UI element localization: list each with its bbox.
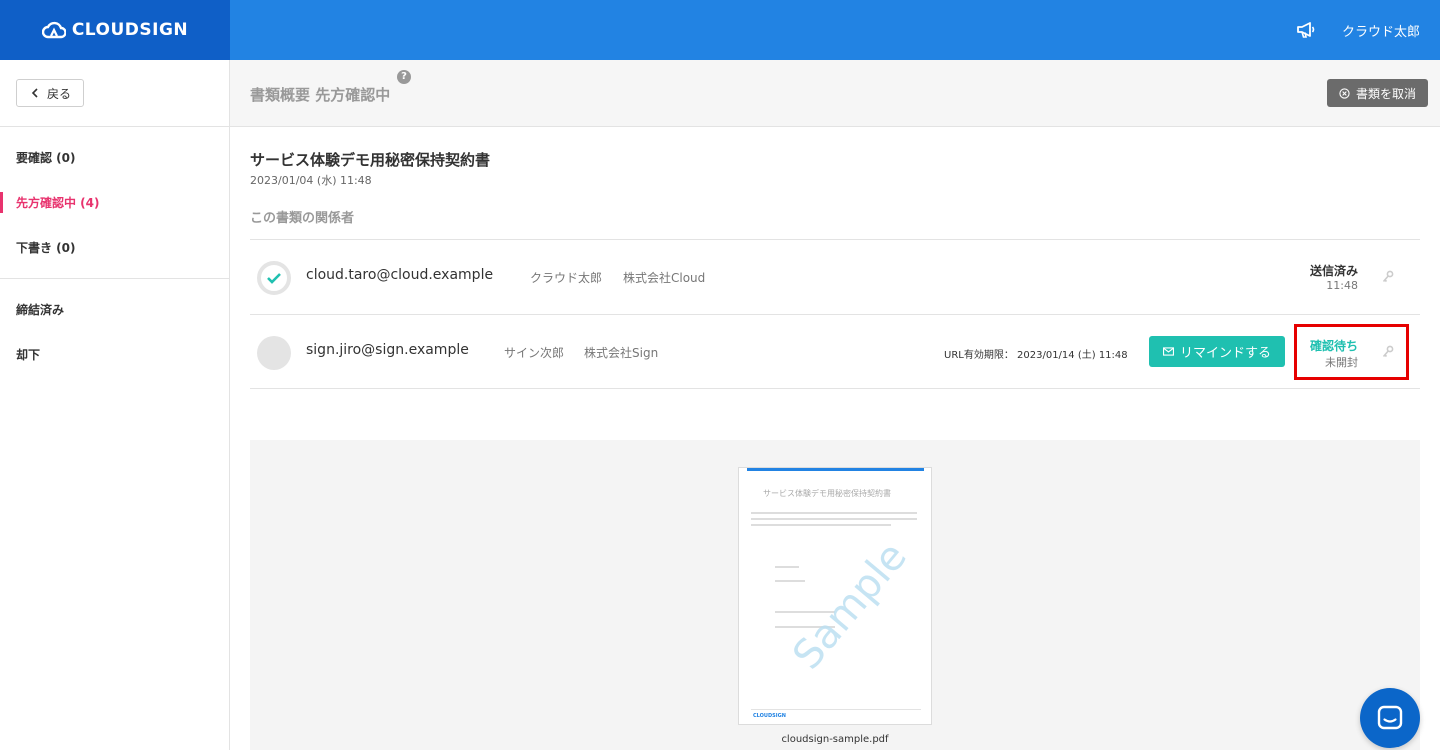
top-bar: CLOUDSIGN クラウド太郎 — [0, 0, 1440, 60]
sidebar: 戻る 要確認 (0) 先方確認中 (4) 下書き (0) 締結済み 却下 — [0, 60, 230, 750]
party-name: クラウド太郎 — [530, 271, 603, 285]
sidebar-item-rejected[interactable]: 却下 — [0, 332, 229, 377]
highlight-box — [1294, 324, 1409, 380]
party-row: cloud.taro@cloud.example クラウド太郎 株式会社Clou… — [250, 239, 1420, 314]
chat-button[interactable] — [1360, 688, 1420, 748]
mail-icon — [1162, 347, 1174, 356]
cancel-document-button[interactable]: 書類を取消 — [1326, 79, 1428, 107]
party-status-circle — [257, 261, 291, 295]
document-header: 書類概要 先方確認中 ? 書類を取消 — [230, 60, 1440, 127]
page-title: 書類概要 先方確認中 — [250, 86, 391, 104]
back-label: 戻る — [47, 86, 72, 101]
party-row: sign.jiro@sign.example サイン次郎 株式会社Sign UR… — [250, 314, 1420, 389]
party-email: sign.jiro@sign.example — [306, 342, 469, 358]
back-row: 戻る — [0, 60, 229, 127]
nav-group-closed: 締結済み 却下 — [0, 279, 229, 385]
check-icon — [267, 273, 281, 284]
party-list: cloud.taro@cloud.example クラウド太郎 株式会社Clou… — [250, 239, 1420, 389]
preview-text-line — [775, 566, 799, 568]
party-name: サイン次郎 — [504, 346, 565, 360]
preview-text-line — [751, 524, 891, 526]
preview-text-line — [751, 512, 917, 514]
preview-footer-logo: CLOUDSIGN — [753, 713, 786, 719]
party-status-circle — [257, 336, 291, 370]
party-company: 株式会社Cloud — [623, 271, 706, 285]
party-email: cloud.taro@cloud.example — [306, 267, 494, 283]
party-status: 送信済み — [1309, 264, 1358, 278]
parties-section-label: この書類の関係者 — [250, 211, 355, 226]
preview-text-line — [775, 580, 805, 582]
nav-group-active: 要確認 (0) 先方確認中 (4) 下書き (0) — [0, 127, 229, 279]
top-right-actions: クラウド太郎 — [1296, 0, 1420, 60]
document-date: 2023/01/04 (水) 11:48 — [250, 174, 372, 187]
megaphone-icon[interactable] — [1296, 21, 1316, 39]
sidebar-item-drafts[interactable]: 下書き (0) — [0, 225, 229, 270]
sidebar-item-awaiting-partner[interactable]: 先方確認中 (4) — [0, 180, 229, 225]
preview-text-line — [751, 518, 917, 520]
back-button[interactable]: 戻る — [16, 79, 85, 107]
main-content: サービス体験デモ用秘密保持契約書 2023/01/04 (水) 11:48 この… — [230, 127, 1440, 750]
remind-label: リマインドする — [1179, 346, 1271, 361]
party-company: 株式会社Sign — [584, 346, 659, 360]
preview-watermark: Sample — [784, 533, 916, 679]
document-title: サービス体験デモ用秘密保持契約書 — [250, 151, 491, 169]
logo-text: CLOUDSIGN — [71, 20, 189, 40]
party-status-time: 11:48 — [1326, 279, 1358, 292]
help-icon[interactable]: ? — [397, 70, 411, 84]
cancel-label: 書類を取消 — [1355, 86, 1416, 101]
sidebar-item-needs-review[interactable]: 要確認 (0) — [0, 135, 229, 180]
preview-page-title: サービス体験デモ用秘密保持契約書 — [763, 489, 891, 498]
user-name[interactable]: クラウド太郎 — [1342, 21, 1420, 40]
preview-top-bar — [747, 468, 924, 471]
document-preview-area: サービス体験デモ用秘密保持契約書 Sample CLOUDSIGN clouds… — [250, 440, 1420, 750]
chevron-left-icon — [31, 88, 38, 98]
chat-icon — [1377, 705, 1403, 730]
document-preview-page[interactable]: サービス体験デモ用秘密保持契約書 Sample CLOUDSIGN — [738, 467, 932, 725]
preview-filename[interactable]: cloudsign-sample.pdf — [250, 734, 1420, 745]
sidebar-item-concluded[interactable]: 締結済み — [0, 287, 229, 332]
cancel-circle-icon — [1339, 87, 1350, 99]
preview-footer-line — [751, 709, 921, 710]
key-icon[interactable] — [1382, 270, 1394, 284]
url-expiry: URL有効期限： 2023/01/14 (土) 11:48 — [944, 350, 1128, 361]
logo[interactable]: CLOUDSIGN — [0, 0, 230, 60]
remind-button[interactable]: リマインドする — [1149, 336, 1285, 367]
cloud-logo-icon — [41, 21, 66, 39]
